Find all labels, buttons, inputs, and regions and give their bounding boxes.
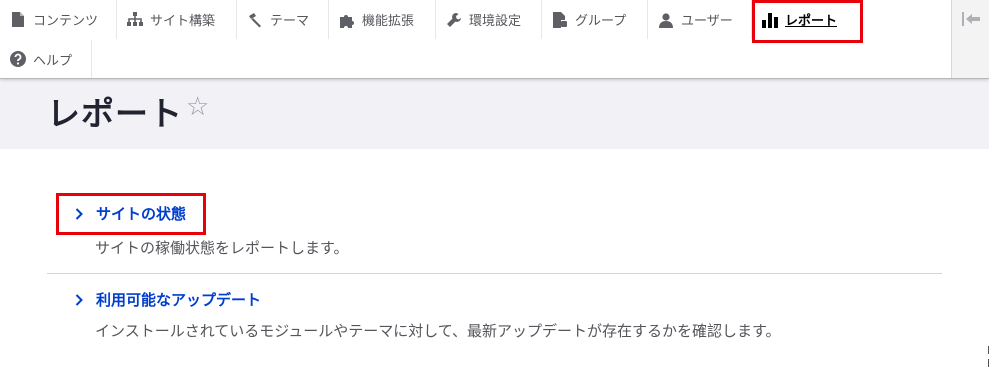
toolbar-item-people[interactable]: ユーザー — [648, 0, 752, 39]
admin-link-status-report[interactable]: サイトの状態 — [75, 203, 186, 224]
toolbar-item-group[interactable]: グループ — [542, 0, 648, 39]
toolbar-item-label: テーマ — [270, 14, 310, 29]
toolbar-item-reports[interactable]: レポート — [752, 0, 862, 39]
collapse-arrow-icon — [961, 11, 980, 30]
group-icon — [552, 11, 568, 28]
toolbar-item-label: 機能拡張 — [362, 14, 415, 29]
toolbar-item-content[interactable]: コンテンツ — [0, 0, 117, 39]
star-shortcut-icon[interactable]: ☆ — [186, 92, 209, 122]
admin-link-label: 利用可能なアップデート — [96, 291, 262, 309]
brush-icon — [247, 12, 263, 28]
toolbar-orientation-toggle[interactable] — [951, 0, 989, 78]
toolbar-item-structure[interactable]: サイト構築 — [117, 0, 237, 39]
page-title: レポート — [47, 94, 183, 133]
puzzle-icon — [339, 12, 355, 28]
admin-toolbar: コンテンツ サイト構築 テーマ 機能拡張 環境設定 グループ ユーザー レポート… — [0, 0, 989, 79]
bar-chart-icon — [762, 12, 778, 28]
admin-description: インストールされているモジュールやテーマに対して、最新アップデートが存在するかを… — [95, 322, 781, 340]
wrench-icon — [446, 12, 462, 28]
toolbar-item-extend[interactable]: 機能拡張 — [329, 0, 436, 39]
chevron-right-icon — [75, 207, 87, 220]
toolbar-item-label: ユーザー — [681, 14, 733, 29]
sitemap-icon — [127, 12, 143, 28]
chevron-right-icon — [75, 293, 87, 306]
help-icon — [10, 51, 26, 67]
toolbar-item-label: コンテンツ — [33, 14, 99, 29]
toolbar-item-config[interactable]: 環境設定 — [436, 0, 542, 39]
divider — [47, 273, 942, 274]
toolbar-item-label: 環境設定 — [469, 14, 522, 29]
toolbar-item-label: グループ — [575, 14, 627, 29]
admin-description: サイトの稼働状態をレポートします。 — [95, 239, 349, 257]
toolbar-item-help[interactable]: ヘルプ — [0, 40, 92, 78]
toolbar-item-label: サイト構築 — [150, 14, 216, 29]
page-header: レポート ☆ — [0, 78, 989, 149]
toolbar-item-label: ヘルプ — [33, 53, 73, 69]
content-icon — [10, 12, 26, 28]
admin-link-label: サイトの状態 — [96, 205, 187, 223]
user-icon — [658, 12, 674, 28]
admin-link-available-updates[interactable]: 利用可能なアップデート — [75, 289, 261, 310]
toolbar-item-appearance[interactable]: テーマ — [237, 0, 329, 39]
toolbar-item-label: レポート — [785, 14, 838, 29]
